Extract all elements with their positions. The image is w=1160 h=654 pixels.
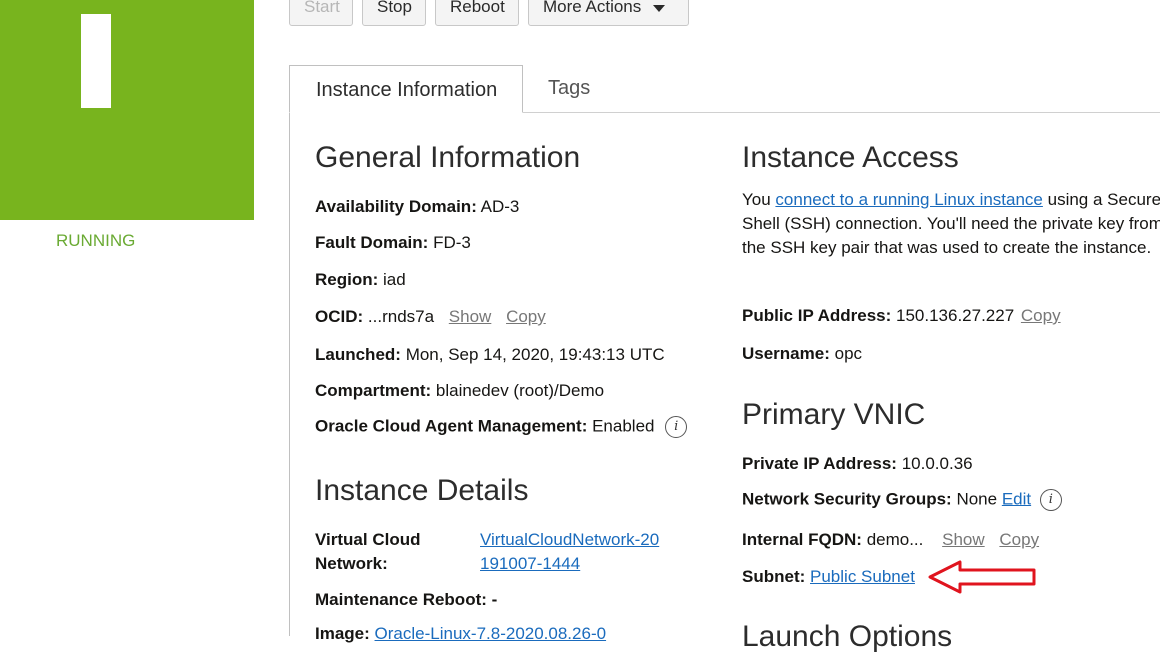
instance-status-tile [0,0,254,220]
maintenance-reboot-row: Maintenance Reboot: - [315,590,497,610]
launched-row: Launched: Mon, Sep 14, 2020, 19:43:13 UT… [315,345,665,365]
public-ip-label: Public IP Address: [742,306,892,325]
nsg-edit-link[interactable]: Edit [1002,489,1031,508]
vcn-link[interactable]: VirtualCloudNetwork-20191007-1444 [480,528,660,576]
ocid-row: OCID: ...rnds7a Show Copy [315,307,546,327]
subnet-label: Subnet: [742,567,806,586]
username-value: opc [834,344,863,363]
public-ip-copy-link[interactable]: Copy [1021,306,1061,325]
launch-options-heading: Launch Options [742,620,953,653]
maintenance-reboot-value: - [491,590,498,609]
vcn-label: Virtual Cloud Network: [315,530,421,573]
username-row: Username: opc [742,344,862,364]
fqdn-value: demo... [866,530,924,549]
fqdn-show-link[interactable]: Show [942,530,985,549]
region-label: Region: [315,270,379,289]
fqdn-label: Internal FQDN: [742,530,862,549]
fqdn-row: Internal FQDN: demo... Show Copy [742,530,1039,550]
compartment-row: Compartment: blainedev (root)/Demo [315,381,604,401]
nsg-label: Network Security Groups: [742,489,952,509]
vcn-link-text[interactable]: VirtualCloudNetwork-20191007-1444 [480,530,659,573]
instance-access-heading: Instance Access [742,141,959,174]
panel-border [289,112,290,636]
instance-details-heading: Instance Details [315,474,529,507]
availability-domain-row: Availability Domain: AD-3 [315,197,519,217]
ocid-value: ...rnds7a [367,307,435,326]
stop-button[interactable]: Stop [362,0,426,26]
tab-tags[interactable]: Tags [548,77,590,100]
fqdn-copy-link[interactable]: Copy [999,530,1039,549]
private-ip-label: Private IP Address: [742,454,897,473]
ssh-instructions: You connect to a running Linux instance … [742,188,1160,260]
connect-instance-link[interactable]: connect to a running Linux instance [775,190,1042,209]
instance-glyph-icon [81,14,111,108]
compartment-value: blainedev (root)/Demo [435,381,605,400]
caret-down-icon [653,5,666,12]
primary-vnic-heading: Primary VNIC [742,398,926,431]
compartment-label: Compartment: [315,381,432,400]
agent-management-label: Oracle Cloud Agent Management: [315,416,588,436]
image-link[interactable]: Oracle-Linux-7.8-2020.08.26-0 [375,624,607,643]
agent-management-value: Enabled [592,416,655,436]
tab-instance-information[interactable]: Instance Information [289,65,523,113]
image-row: Image: Oracle-Linux-7.8-2020.08.26-0 [315,624,606,644]
launched-value: Mon, Sep 14, 2020, 19:43:13 UTC [405,345,665,364]
general-information-heading: General Information [315,141,581,174]
action-toolbar: Start Stop Reboot More Actions [289,0,689,26]
availability-domain-label: Availability Domain: [315,197,477,216]
public-ip-row: Public IP Address: 150.136.27.227 Copy [742,306,1061,326]
availability-domain-value: AD-3 [480,197,520,216]
annotation-arrow-shape [928,560,1036,594]
ocid-show-link[interactable]: Show [449,307,492,326]
subnet-row: Subnet: Public Subnet [742,567,915,587]
nsg-row: Network Security Groups: None Edit i [742,489,1062,511]
public-ip-value: 150.136.27.227 [896,306,1015,325]
fault-domain-row: Fault Domain: FD-3 [315,233,471,253]
nsg-info-icon[interactable]: i [1039,489,1062,511]
maintenance-reboot-label: Maintenance Reboot: [315,590,487,609]
more-actions-button[interactable]: More Actions [528,0,689,26]
subnet-link[interactable]: Public Subnet [810,567,915,586]
private-ip-row: Private IP Address: 10.0.0.36 [742,454,973,474]
ocid-copy-link[interactable]: Copy [506,307,546,326]
ocid-label: OCID: [315,307,364,326]
region-value: iad [383,270,406,289]
more-actions-label: More Actions [543,0,642,16]
annotation-arrow-icon [928,560,1036,594]
instance-status-label: RUNNING [56,231,136,250]
image-label: Image: [315,624,370,643]
region-row: Region: iad [315,270,406,290]
fault-domain-label: Fault Domain: [315,233,429,252]
private-ip-value: 10.0.0.36 [901,454,973,473]
username-label: Username: [742,344,830,363]
nsg-value: None [956,489,998,509]
reboot-button[interactable]: Reboot [435,0,519,26]
agent-management-row: Oracle Cloud Agent Management: Enabled i [315,416,688,438]
ssh-intro-before: You [742,190,776,209]
fault-domain-value: FD-3 [433,233,471,252]
launched-label: Launched: [315,345,401,364]
agent-info-icon[interactable]: i [665,416,688,438]
start-button[interactable]: Start [289,0,353,26]
